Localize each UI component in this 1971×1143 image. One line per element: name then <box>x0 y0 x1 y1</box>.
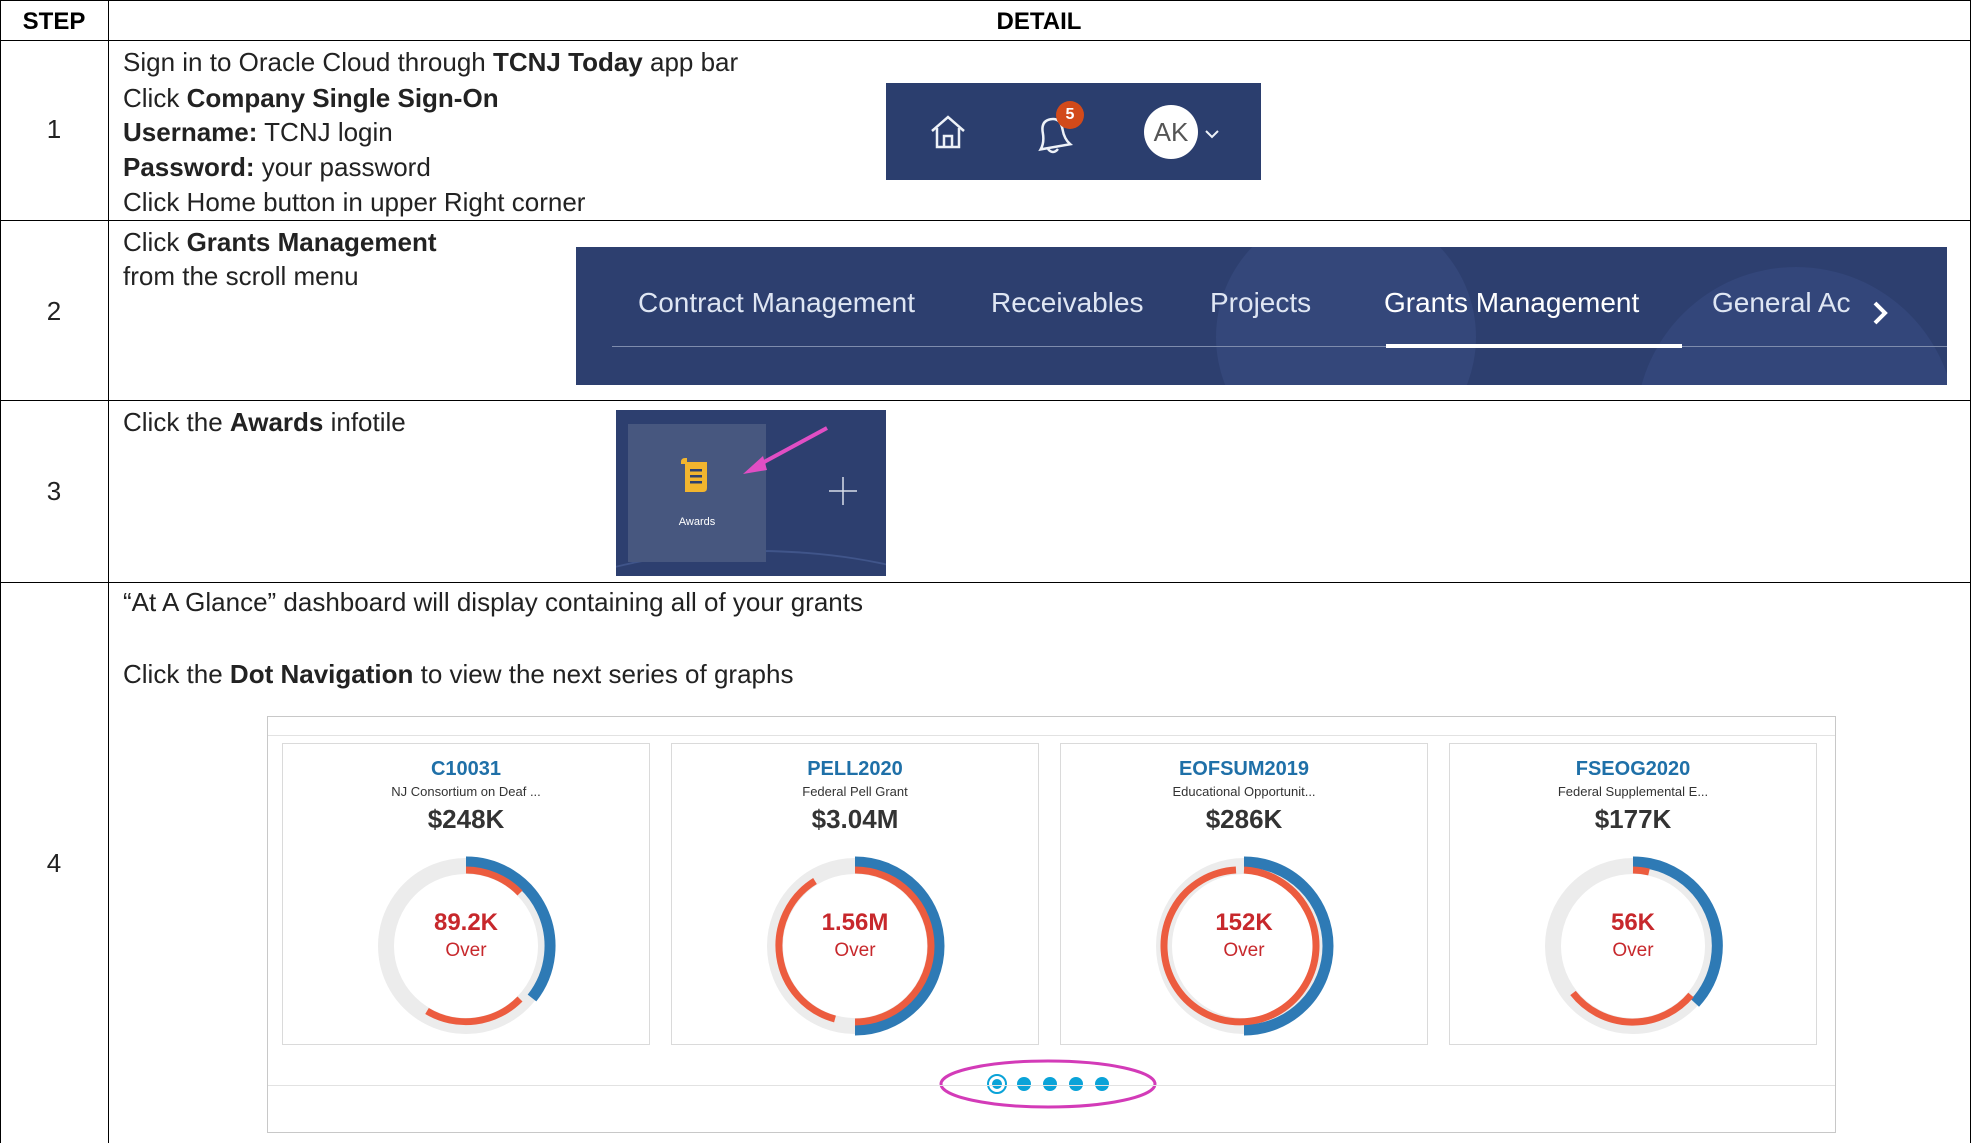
dashboard-bottom-rule <box>268 1085 1835 1086</box>
header-step: STEP <box>22 8 86 35</box>
grant-status-label: Over <box>1223 940 1265 961</box>
nav-item-receivables[interactable]: Receivables <box>991 287 1144 319</box>
dot-nav-dot[interactable] <box>1043 1077 1057 1091</box>
grant-over-value: 56K <box>1610 909 1656 936</box>
grant-id[interactable]: EOFSUM2019 <box>1061 758 1427 781</box>
grant-name: NJ Consortium on Deaf ... <box>391 784 541 799</box>
infotile-panel: Awards <box>616 410 886 576</box>
grant-status-label: Over <box>445 940 487 961</box>
grant-status-label: Over <box>834 940 876 961</box>
grant-card[interactable]: EOFSUM2019 Educational Opportunit... $28… <box>1060 743 1428 1045</box>
step1-line3: Username: TCNJ login <box>123 117 393 147</box>
module-nav: Contract Management Receivables Projects… <box>576 247 1947 385</box>
grant-id[interactable]: C10031 <box>283 758 649 781</box>
app-bar: 5 AK <box>886 83 1261 180</box>
avatar[interactable]: AK <box>1144 105 1198 159</box>
grant-over-value: 89.2K <box>433 909 499 936</box>
step-number: 2 <box>46 296 62 326</box>
home-icon[interactable] <box>928 113 968 156</box>
grant-amount: $177K <box>1594 804 1672 834</box>
step1-line4: Password: your password <box>123 152 431 182</box>
nav-item-general-accounting[interactable]: General Ac <box>1712 287 1851 319</box>
nav-item-contract-management[interactable]: Contract Management <box>638 287 915 319</box>
step4-line2: Click the Dot Navigation to view the nex… <box>123 659 794 689</box>
step-number: 4 <box>46 848 62 878</box>
nav-item-grants-management[interactable]: Grants Management <box>1384 287 1639 319</box>
dot-navigation <box>938 1057 1158 1111</box>
header-detail: DETAIL <box>996 8 1082 35</box>
grant-status-label: Over <box>1612 940 1654 961</box>
chevron-right-icon[interactable] <box>1870 299 1890 332</box>
chevron-down-icon[interactable] <box>1204 127 1220 145</box>
nav-selected-underline <box>1386 344 1682 348</box>
grant-name: Federal Supplemental E... <box>1557 784 1709 799</box>
step2-line2: from the scroll menu <box>123 261 359 291</box>
grant-name: Federal Pell Grant <box>802 784 908 799</box>
notification-badge: 5 <box>1056 101 1084 129</box>
step1-line2: Click Company Single Sign-On <box>123 83 499 113</box>
step2-line1: Click Grants Management <box>123 227 437 257</box>
step-number: 1 <box>46 114 62 144</box>
grant-id[interactable]: PELL2020 <box>672 758 1038 781</box>
at-a-glance-dashboard: C10031 NJ Consortium on Deaf ... $248K 8… <box>267 716 1836 1133</box>
step4-line1: “At A Glance” dashboard will display con… <box>123 587 863 617</box>
grant-name: Educational Opportunit... <box>1172 784 1316 799</box>
nav-item-projects[interactable]: Projects <box>1210 287 1311 319</box>
document-icon <box>679 458 713 501</box>
grant-card[interactable]: PELL2020 Federal Pell Grant $3.04M 1.56M… <box>671 743 1039 1045</box>
dot-nav-dot[interactable] <box>1017 1077 1031 1091</box>
grant-id[interactable]: FSEOG2020 <box>1450 758 1816 781</box>
grant-amount: $286K <box>1205 804 1283 834</box>
grant-card[interactable]: C10031 NJ Consortium on Deaf ... $248K 8… <box>282 743 650 1045</box>
awards-tile-label: Awards <box>678 516 716 528</box>
step-number: 3 <box>46 476 62 506</box>
pointer-arrow-icon <box>741 424 831 481</box>
grant-over-value: 152K <box>1215 909 1273 936</box>
dot-nav-dot[interactable] <box>1095 1077 1109 1091</box>
nav-divider <box>612 346 1947 347</box>
grant-over-value: 1.56M <box>821 909 889 936</box>
grant-amount: $248K <box>427 804 505 834</box>
grant-amount: $3.04M <box>811 804 899 834</box>
dashboard-top-rule <box>268 735 1835 736</box>
step3-line1: Click the Awards infotile <box>123 407 406 437</box>
step1-line5: Click Home button in upper Right corner <box>123 187 586 217</box>
dot-nav-dot-active-inner <box>992 1079 1002 1089</box>
step1-line1: Sign in to Oracle Cloud through TCNJ Tod… <box>123 47 739 77</box>
dot-nav-dot[interactable] <box>1069 1077 1083 1091</box>
plus-icon[interactable] <box>828 476 858 511</box>
grant-card[interactable]: FSEOG2020 Federal Supplemental E... $177… <box>1449 743 1817 1045</box>
